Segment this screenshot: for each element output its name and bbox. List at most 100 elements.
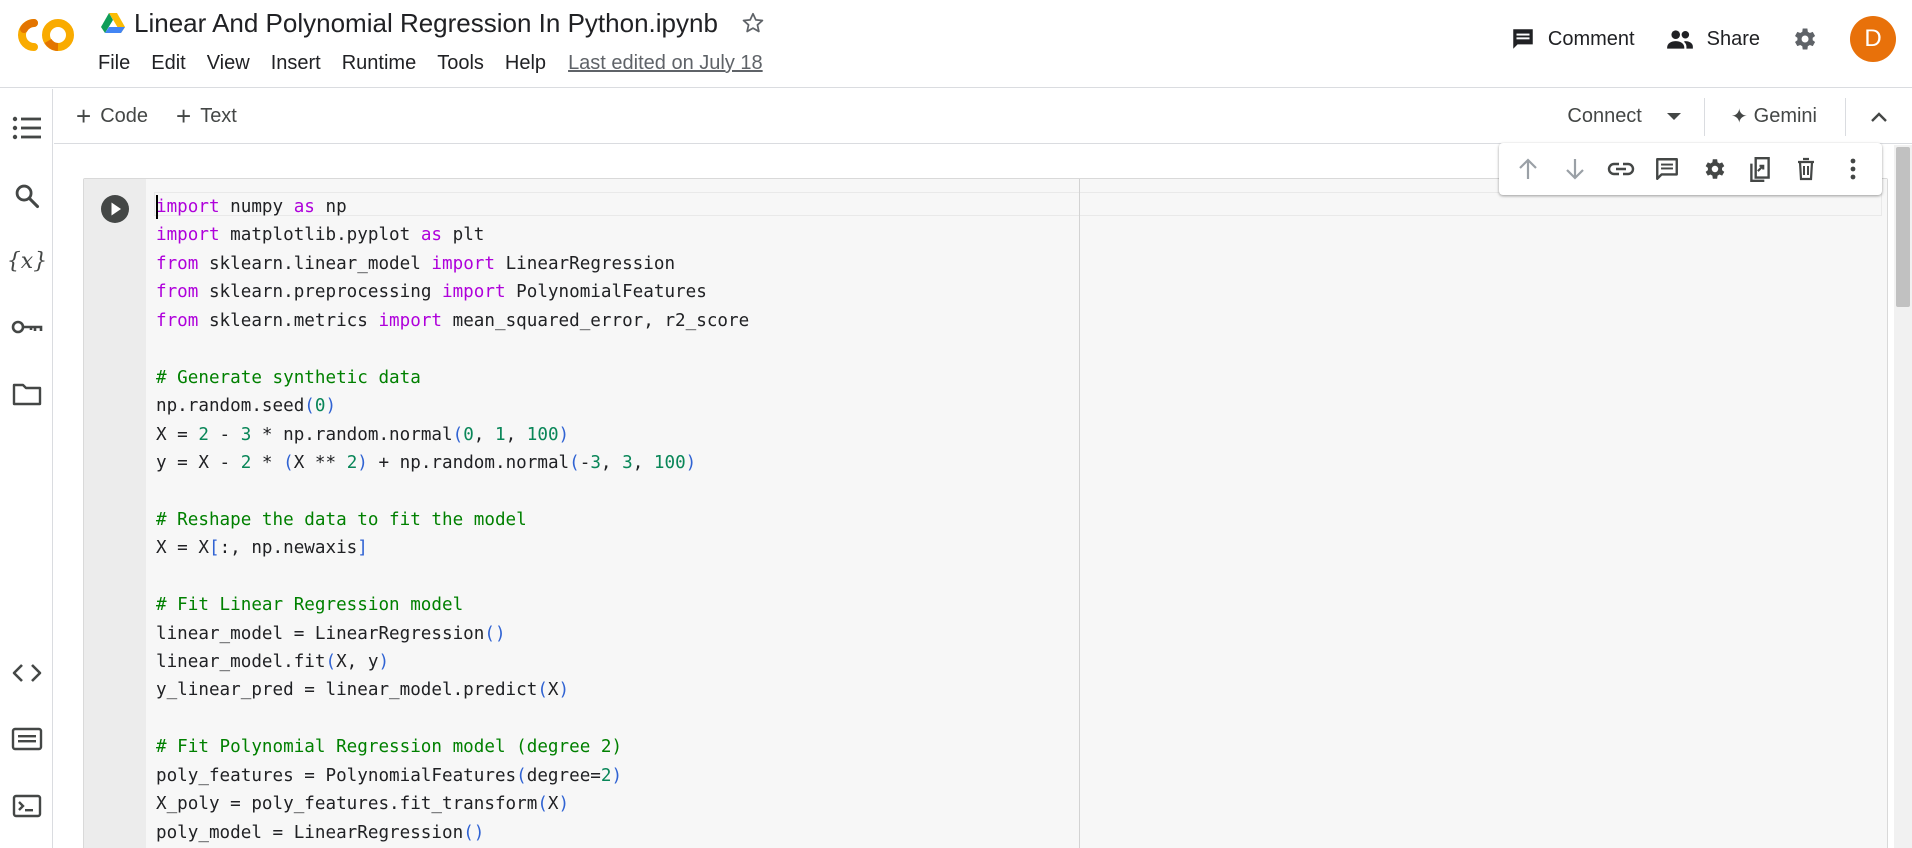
- code-token: # Fit Polynomial Regression model (degre…: [156, 737, 623, 758]
- last-edited-link[interactable]: Last edited on July 18: [568, 52, 763, 75]
- connect-dropdown-icon[interactable]: [1666, 112, 1682, 122]
- code-line[interactable]: import numpy as np: [156, 193, 749, 221]
- menu-insert[interactable]: Insert: [271, 52, 321, 75]
- code-token: (: [537, 794, 548, 815]
- code-token: np.random.seed: [156, 396, 305, 417]
- terminal-icon[interactable]: [0, 786, 53, 826]
- code-token: matplotlib.pyplot: [219, 225, 421, 246]
- menu-file[interactable]: File: [98, 52, 130, 75]
- menu-tools[interactable]: Tools: [437, 52, 484, 75]
- code-token: np: [314, 197, 347, 217]
- code-token: ,: [632, 452, 654, 473]
- code-token: ): [685, 452, 697, 473]
- code-line[interactable]: X = 2 - 3 * np.random.normal(0, 1, 100): [156, 421, 749, 449]
- header-actions: Comment Share D: [1510, 14, 1896, 64]
- secrets-key-icon[interactable]: [0, 307, 53, 347]
- add-code-cell-button[interactable]: + Code: [76, 101, 148, 131]
- code-token: from: [156, 282, 199, 303]
- title-row: Linear And Polynomial Regression In Pyth…: [100, 6, 766, 40]
- add-text-cell-button[interactable]: + Text: [176, 101, 237, 131]
- code-token: :, np.newaxis: [219, 538, 358, 559]
- settings-icon[interactable]: [1697, 152, 1731, 186]
- account-avatar[interactable]: D: [1850, 16, 1896, 62]
- code-token: 2: [198, 424, 209, 445]
- code-line[interactable]: [156, 563, 749, 591]
- code-token: plt: [442, 225, 485, 246]
- code-token: (): [463, 822, 485, 843]
- svg-text:{x}: {x}: [9, 249, 45, 274]
- code-line[interactable]: X = X[:, np.newaxis]: [156, 534, 749, 562]
- menu-edit[interactable]: Edit: [151, 52, 185, 75]
- code-token: 3: [240, 424, 252, 445]
- run-cell-button[interactable]: [100, 194, 130, 224]
- code-line[interactable]: poly_model = LinearRegression(): [156, 819, 749, 847]
- comment-button[interactable]: Comment: [1510, 26, 1635, 52]
- code-line[interactable]: [156, 335, 749, 363]
- scrollbar-thumb[interactable]: [1896, 147, 1910, 307]
- code-token: 2: [240, 452, 252, 473]
- code-line[interactable]: # Reshape the data to fit the model: [156, 506, 749, 534]
- code-line[interactable]: # Generate synthetic data: [156, 364, 749, 392]
- code-line[interactable]: from sklearn.metrics import mean_squared…: [156, 307, 749, 335]
- delete-icon[interactable]: [1789, 152, 1823, 186]
- code-token: 100: [653, 452, 686, 473]
- comment-label: Comment: [1547, 27, 1635, 50]
- move-up-icon[interactable]: [1511, 152, 1545, 186]
- code-line[interactable]: linear_model.fit(X, y): [156, 648, 749, 676]
- code-line[interactable]: [156, 477, 749, 505]
- connect-button[interactable]: Connect: [1567, 105, 1642, 128]
- share-button[interactable]: Share: [1665, 26, 1760, 52]
- code-token: ): [611, 765, 623, 786]
- code-line[interactable]: import matplotlib.pyplot as plt: [156, 221, 749, 249]
- code-token: X =: [156, 424, 199, 445]
- menu-view[interactable]: View: [207, 52, 250, 75]
- comment-icon[interactable]: [1650, 152, 1684, 186]
- code-token: X **: [293, 452, 347, 473]
- code-token: X: [547, 680, 559, 701]
- link-icon[interactable]: [1604, 152, 1638, 186]
- code-line[interactable]: np.random.seed(0): [156, 392, 749, 420]
- code-line[interactable]: # Fit Polynomial Regression model (degre…: [156, 733, 749, 761]
- code-token: # Fit Linear Regression model: [156, 595, 464, 616]
- move-down-icon[interactable]: [1558, 152, 1592, 186]
- code-token: sklearn.linear_model: [198, 253, 432, 274]
- code-editor[interactable]: import numpy as np import matplotlib.pypl…: [146, 179, 1887, 848]
- colab-logo-icon[interactable]: [12, 15, 80, 55]
- code-line[interactable]: poly_features = PolynomialFeatures(degre…: [156, 762, 749, 790]
- variables-icon[interactable]: {x}: [0, 241, 53, 281]
- code-line[interactable]: linear_model = LinearRegression(): [156, 620, 749, 648]
- code-line[interactable]: # Fit Linear Regression model: [156, 591, 749, 619]
- google-drive-icon[interactable]: [100, 12, 126, 34]
- code-token: *: [251, 452, 284, 473]
- notebook-area: import numpy as np import matplotlib.pypl…: [54, 145, 1894, 848]
- cell-gutter: [84, 179, 146, 848]
- menu-runtime[interactable]: Runtime: [342, 52, 416, 75]
- code-token: (: [537, 680, 548, 701]
- gemini-button[interactable]: ✦ Gemini: [1731, 104, 1817, 129]
- code-cell[interactable]: import numpy as np import matplotlib.pypl…: [83, 178, 1888, 848]
- code-line[interactable]: X_poly = poly_features.fit_transform(X): [156, 790, 749, 818]
- table-of-contents-icon[interactable]: [0, 108, 53, 148]
- menu-help[interactable]: Help: [505, 52, 546, 75]
- code-snippets-icon[interactable]: [0, 653, 53, 693]
- code-text[interactable]: import numpy as np import matplotlib.pypl…: [156, 193, 749, 847]
- star-icon[interactable]: [740, 10, 766, 36]
- files-folder-icon[interactable]: [0, 374, 53, 414]
- code-line[interactable]: y = X - 2 * (X ** 2) + np.random.normal(…: [156, 449, 749, 477]
- command-palette-icon[interactable]: [0, 719, 53, 759]
- settings-button[interactable]: [1790, 25, 1818, 53]
- mirror-cell-icon[interactable]: [1743, 152, 1777, 186]
- more-options-icon[interactable]: [1836, 152, 1870, 186]
- code-line[interactable]: from sklearn.preprocessing import Polyno…: [156, 278, 749, 306]
- code-token: # Generate synthetic data: [156, 367, 421, 388]
- notebook-title[interactable]: Linear And Polynomial Regression In Pyth…: [134, 8, 718, 39]
- code-line[interactable]: y_linear_pred = linear_model.predict(X): [156, 676, 749, 704]
- code-token: 1: [494, 424, 506, 445]
- collapse-header-button[interactable]: [1846, 89, 1912, 144]
- search-icon[interactable]: [0, 176, 53, 216]
- code-token: ): [378, 652, 390, 672]
- code-token: linear_model.fit: [156, 652, 326, 672]
- code-line[interactable]: from sklearn.linear_model import LinearR…: [156, 250, 749, 278]
- code-token: -: [579, 452, 591, 473]
- code-line[interactable]: [156, 705, 749, 733]
